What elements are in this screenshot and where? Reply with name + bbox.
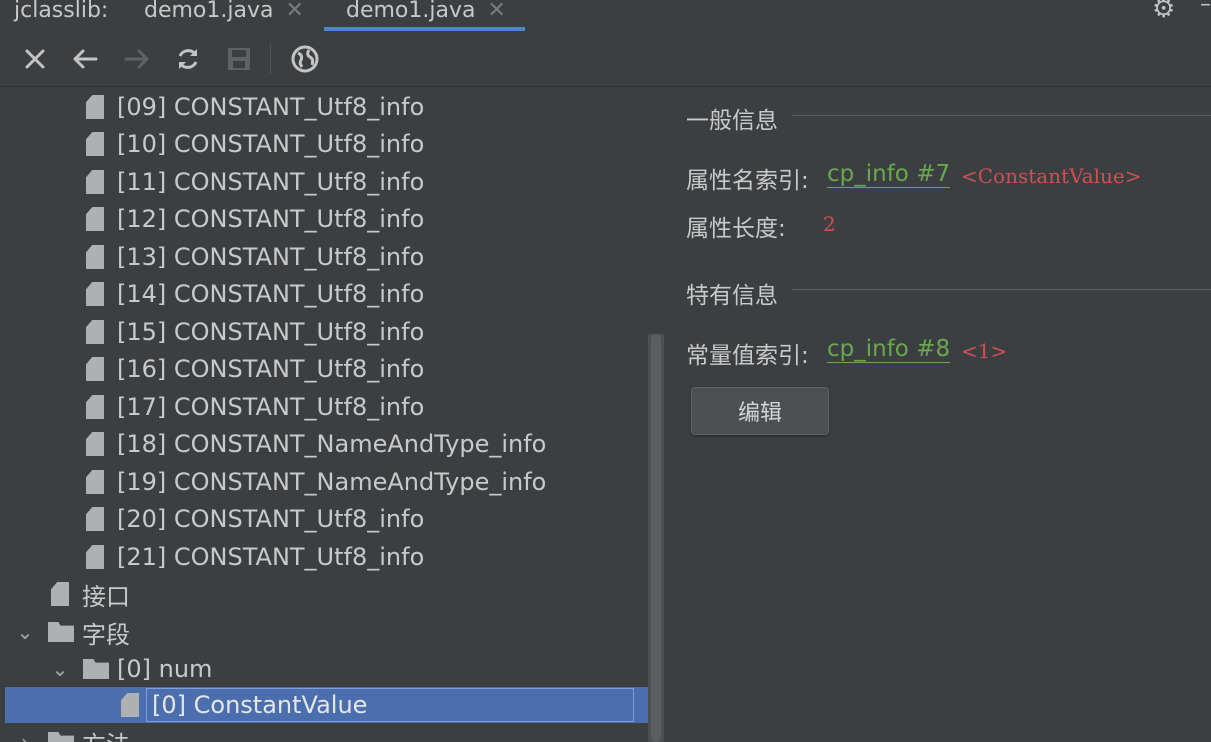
tree-item-label: [09] CONSTANT_Utf8_info xyxy=(117,93,425,121)
folder-icon xyxy=(83,659,109,679)
edit-button[interactable]: 编辑 xyxy=(691,387,829,435)
tree-item-constantvalue[interactable]: [0] ConstantValue xyxy=(5,687,664,723)
attr-name-value: <ConstantValue> xyxy=(961,164,1142,188)
tree-item-label: [13] CONSTANT_Utf8_info xyxy=(117,243,425,271)
tree-item-field-num[interactable]: ⌄ [0] num xyxy=(0,651,640,687)
gear-icon[interactable]: ⚙ xyxy=(1152,0,1175,24)
constant-value-index-label: 常量值索引: xyxy=(686,343,809,369)
file-icon xyxy=(86,432,104,456)
tab-demo1-inactive[interactable]: demo1.java ✕ xyxy=(144,0,304,28)
attr-length-value: 2 xyxy=(823,212,836,236)
section-divider xyxy=(792,289,1211,290)
file-icon xyxy=(86,170,104,194)
file-icon xyxy=(86,395,104,419)
tree-item-label: [16] CONSTANT_Utf8_info xyxy=(117,355,425,383)
tree-item[interactable]: [10] CONSTANT_Utf8_info xyxy=(0,126,640,162)
file-icon xyxy=(86,245,104,269)
section-title-general: 一般信息 xyxy=(686,108,778,134)
tree-item-label: 方法 xyxy=(82,725,130,742)
tree-item-label: [19] CONSTANT_NameAndType_info xyxy=(117,468,547,496)
file-icon xyxy=(86,357,104,381)
toolbar-separator xyxy=(270,44,271,74)
file-icon xyxy=(86,132,104,156)
tree-item-label: [0] ConstantValue xyxy=(152,691,368,719)
tree-item[interactable]: [09] CONSTANT_Utf8_info xyxy=(0,89,640,125)
file-icon xyxy=(86,545,104,569)
tree-item[interactable]: [11] CONSTANT_Utf8_info xyxy=(0,164,640,200)
attr-length-label: 属性长度: xyxy=(686,216,786,242)
tree-item-label: [18] CONSTANT_NameAndType_info xyxy=(117,430,547,458)
tab-demo1-active[interactable]: demo1.java ✕ xyxy=(346,0,506,28)
attr-name-index-link[interactable]: cp_info #7 xyxy=(827,161,951,188)
tree-item-methods[interactable]: › 方法 xyxy=(0,724,640,742)
tree-item[interactable]: [19] CONSTANT_NameAndType_info xyxy=(0,464,640,500)
chevron-down-icon[interactable]: ⌄ xyxy=(14,620,36,644)
tab-label: jclasslib: xyxy=(14,0,109,23)
tree-item-label: [14] CONSTANT_Utf8_info xyxy=(117,280,425,308)
section-divider xyxy=(792,115,1211,116)
scrollbar-thumb[interactable] xyxy=(651,334,661,742)
minimize-icon[interactable]: – xyxy=(1200,0,1211,17)
editor-tab-bar: jclasslib: demo1.java ✕ demo1.java ✕ ⚙ – xyxy=(0,0,1211,33)
tree-item-label: [12] CONSTANT_Utf8_info xyxy=(117,205,425,233)
tree-item[interactable]: [13] CONSTANT_Utf8_info xyxy=(0,239,640,275)
file-icon xyxy=(86,95,104,119)
file-icon xyxy=(121,693,139,717)
tree-item[interactable]: [17] CONSTANT_Utf8_info xyxy=(0,389,640,425)
tree-item-label: [0] num xyxy=(117,655,213,683)
detail-panel: 一般信息 属性名索引: cp_info #7 <ConstantValue> 属… xyxy=(664,87,1211,742)
tree-item[interactable]: [15] CONSTANT_Utf8_info xyxy=(0,314,640,350)
arrow-right-icon[interactable] xyxy=(120,42,154,76)
close-icon[interactable]: ✕ xyxy=(285,0,303,23)
file-icon xyxy=(86,282,104,306)
tree-item-label: [21] CONSTANT_Utf8_info xyxy=(117,543,425,571)
globe-icon[interactable] xyxy=(288,42,322,76)
tab-label: demo1.java xyxy=(346,0,476,23)
tree-item-label: 接口 xyxy=(82,582,130,611)
folder-icon xyxy=(48,732,74,742)
chevron-right-icon[interactable]: › xyxy=(14,730,36,742)
tree-item-label: [10] CONSTANT_Utf8_info xyxy=(117,130,425,158)
folder-icon xyxy=(48,622,74,642)
tree-item-fields[interactable]: ⌄ 字段 xyxy=(0,614,640,650)
tree-item-label: [11] CONSTANT_Utf8_info xyxy=(117,168,425,196)
tree-item[interactable]: [18] CONSTANT_NameAndType_info xyxy=(0,426,640,462)
tree-item[interactable]: [12] CONSTANT_Utf8_info xyxy=(0,201,640,237)
tree-item[interactable]: [21] CONSTANT_Utf8_info xyxy=(0,539,640,575)
tree-item[interactable]: [16] CONSTANT_Utf8_info xyxy=(0,351,640,387)
arrow-left-icon[interactable] xyxy=(68,42,102,76)
toolbar xyxy=(0,32,1211,87)
refresh-icon[interactable] xyxy=(171,42,205,76)
file-icon xyxy=(86,507,104,531)
file-icon xyxy=(86,470,104,494)
file-icon xyxy=(51,582,69,606)
attr-name-index-label: 属性名索引: xyxy=(686,168,809,194)
active-tab-indicator xyxy=(324,27,525,31)
tree-item-label: [17] CONSTANT_Utf8_info xyxy=(117,393,425,421)
tree-item-label: [20] CONSTANT_Utf8_info xyxy=(117,505,425,533)
section-title-specific: 特有信息 xyxy=(686,283,778,309)
tree-item-label: [15] CONSTANT_Utf8_info xyxy=(117,318,425,346)
close-icon[interactable] xyxy=(18,42,52,76)
constant-value-index-link[interactable]: cp_info #8 xyxy=(827,336,951,363)
file-icon xyxy=(86,207,104,231)
file-icon xyxy=(86,320,104,344)
class-tree: [09] CONSTANT_Utf8_info [10] CONSTANT_Ut… xyxy=(0,87,664,742)
close-icon[interactable]: ✕ xyxy=(487,0,505,23)
tab-jclasslib[interactable]: jclasslib: xyxy=(14,0,108,28)
tree-item-label: 字段 xyxy=(82,620,130,649)
tab-label: demo1.java xyxy=(144,0,274,23)
constant-value: <1> xyxy=(961,339,1008,363)
chevron-down-icon[interactable]: ⌄ xyxy=(49,657,71,681)
tree-item[interactable]: [20] CONSTANT_Utf8_info xyxy=(0,501,640,537)
tree-item[interactable]: [14] CONSTANT_Utf8_info xyxy=(0,276,640,312)
tree-item-interfaces[interactable]: 接口 xyxy=(0,576,640,612)
save-icon[interactable] xyxy=(222,42,256,76)
